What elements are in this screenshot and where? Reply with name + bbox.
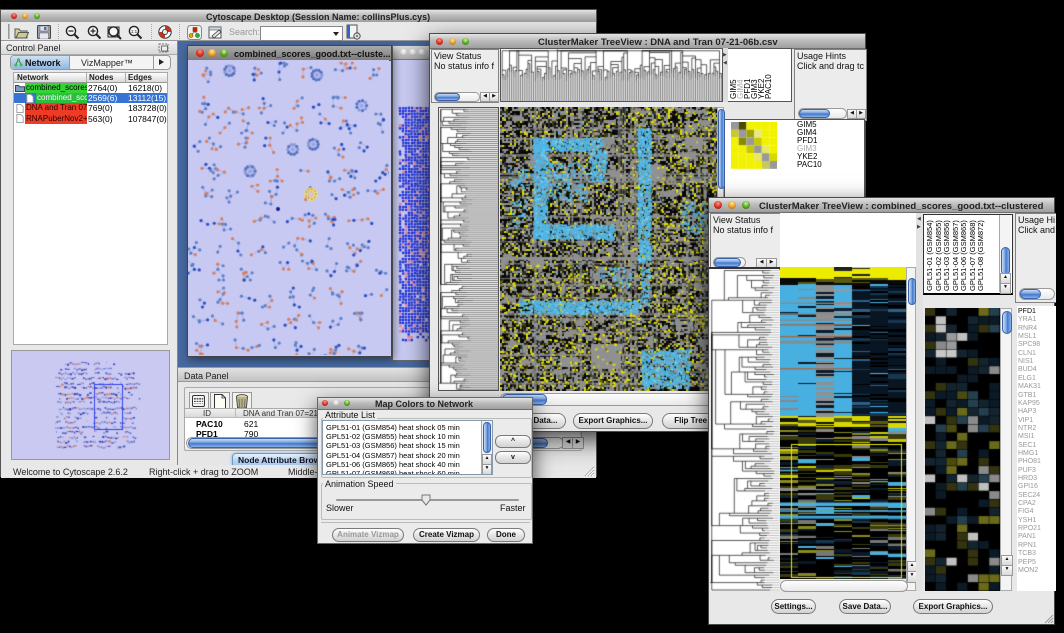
svg-text:1:1: 1:1: [131, 29, 138, 34]
